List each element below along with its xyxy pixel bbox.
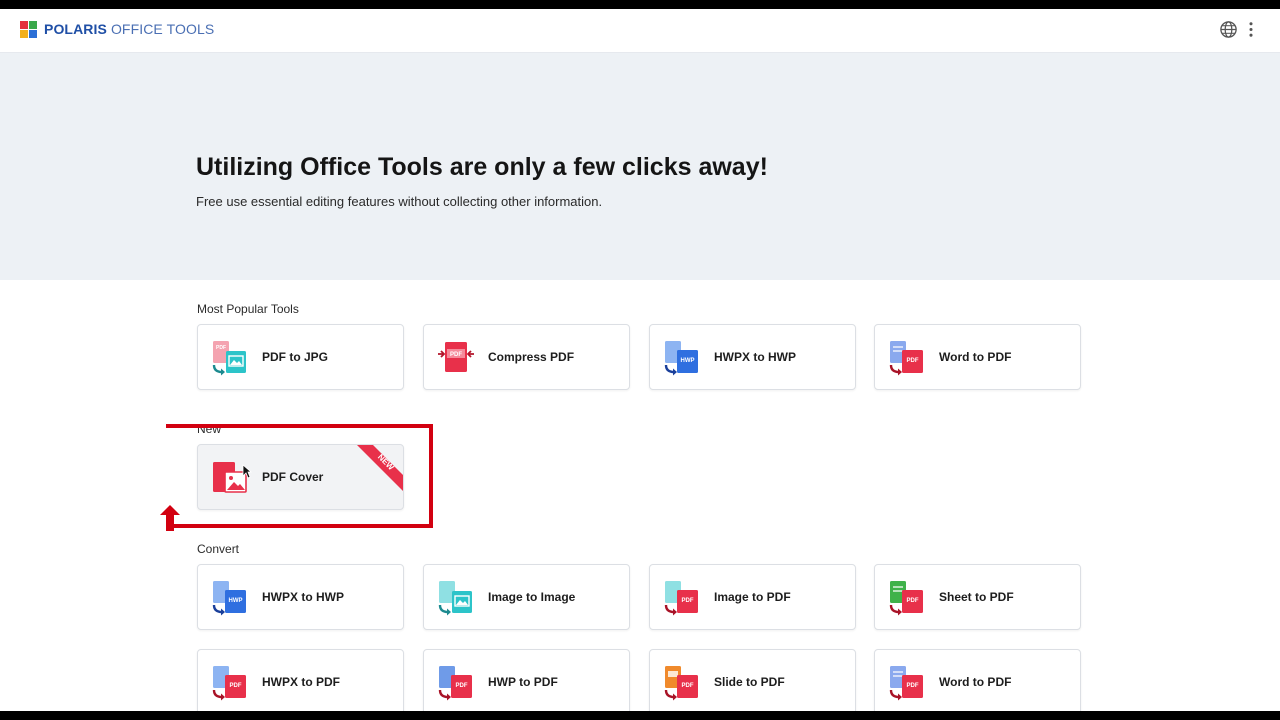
hero-title: Utilizing Office Tools are only a few cl… <box>196 153 768 181</box>
tool-card-slide-to-pdf[interactable]: PDF Slide to PDF <box>649 649 856 711</box>
icon-text-pdf: PDF <box>456 683 468 689</box>
top-bar: POLARIS OFFICE TOOLS <box>0 9 1280 53</box>
tool-card-sheet-to-pdf[interactable]: PDF Sheet to PDF <box>874 564 1081 630</box>
icon-text-hwp: HWP <box>229 598 243 604</box>
logo-product: OFFICE TOOLS <box>110 21 215 37</box>
icon-text-pdf: PDF <box>907 358 919 364</box>
highlight-frame <box>166 424 433 528</box>
icon-text-pdf: PDF <box>907 683 919 689</box>
tool-card-hwp-to-pdf[interactable]: PDF HWP to PDF <box>423 649 630 711</box>
hwp-to-pdf-icon: PDF <box>438 666 472 701</box>
logo-text[interactable]: POLARIS OFFICE TOOLS <box>44 21 214 38</box>
tool-card-label: Word to PDF <box>939 350 1012 364</box>
sheet-to-pdf-icon: PDF <box>889 581 923 616</box>
tool-card-label: PDF to JPG <box>262 350 329 364</box>
pdf-to-jpg-icon: PDF <box>212 341 246 376</box>
tool-card-pdf-to-jpg[interactable]: PDF PDF to JPG <box>197 324 404 390</box>
icon-text-pdf: PDF <box>907 598 919 604</box>
tool-card-label: HWPX to HWP <box>262 590 344 604</box>
tool-card-image-to-image[interactable]: Image to Image <box>423 564 630 630</box>
icon-text-pdf: PDF <box>682 598 694 604</box>
globe-icon[interactable] <box>1219 20 1238 39</box>
tool-card-word-to-pdf-convert[interactable]: PDF Word to PDF <box>874 649 1081 711</box>
kebab-menu-icon[interactable] <box>1244 20 1258 39</box>
tool-card-label: HWPX to PDF <box>262 675 340 689</box>
tool-card-label: HWPX to HWP <box>714 350 796 364</box>
hwpx-to-pdf-icon: PDF <box>212 666 246 701</box>
tool-card-label: Image to Image <box>488 590 576 604</box>
section-label-popular: Most Popular Tools <box>197 302 299 316</box>
slide-to-pdf-icon: PDF <box>664 666 698 701</box>
icon-text-hwp: HWP <box>681 358 695 364</box>
mouse-cursor-icon <box>242 464 252 479</box>
logo-brand: POLARIS <box>44 21 107 37</box>
tool-card-hwpx-to-hwp[interactable]: HWP HWPX to HWP <box>649 324 856 390</box>
word-to-pdf-icon: PDF <box>889 341 923 376</box>
tool-card-image-to-pdf[interactable]: PDF Image to PDF <box>649 564 856 630</box>
tool-card-word-to-pdf[interactable]: PDF Word to PDF <box>874 324 1081 390</box>
app-viewport: POLARIS OFFICE TOOLS Utilizing Office To… <box>0 9 1280 711</box>
tool-card-label: Image to PDF <box>714 590 791 604</box>
hwpx-to-hwp-icon: HWP <box>212 581 246 616</box>
tool-card-label: Slide to PDF <box>714 675 785 689</box>
icon-text-pdf: PDF <box>682 683 694 689</box>
tool-card-hwpx-to-hwp-convert[interactable]: HWP HWPX to HWP <box>197 564 404 630</box>
tool-card-label: Word to PDF <box>939 675 1012 689</box>
icon-text-pdf: PDF <box>230 683 242 689</box>
hero-subtitle: Free use essential editing features with… <box>196 194 603 209</box>
compress-pdf-icon: PDF <box>438 342 474 372</box>
image-to-image-icon <box>438 581 472 616</box>
section-label-convert: Convert <box>197 542 240 556</box>
hwpx-to-hwp-icon: HWP <box>664 341 698 376</box>
word-to-pdf-icon: PDF <box>889 666 923 701</box>
tool-card-label: Sheet to PDF <box>939 590 1014 604</box>
tool-card-hwpx-to-pdf[interactable]: PDF HWPX to PDF <box>197 649 404 711</box>
polaris-logo-icon[interactable] <box>20 21 37 38</box>
tool-card-label: HWP to PDF <box>488 675 558 689</box>
tool-card-label: Compress PDF <box>488 350 575 364</box>
icon-text-pdf: PDF <box>216 345 226 351</box>
arrow-up-icon <box>160 505 180 531</box>
tool-card-compress-pdf[interactable]: PDF Compress PDF <box>423 324 630 390</box>
hero-banner: Utilizing Office Tools are only a few cl… <box>0 53 1280 280</box>
icon-text-pdf: PDF <box>450 352 462 358</box>
image-to-pdf-icon: PDF <box>664 581 698 616</box>
